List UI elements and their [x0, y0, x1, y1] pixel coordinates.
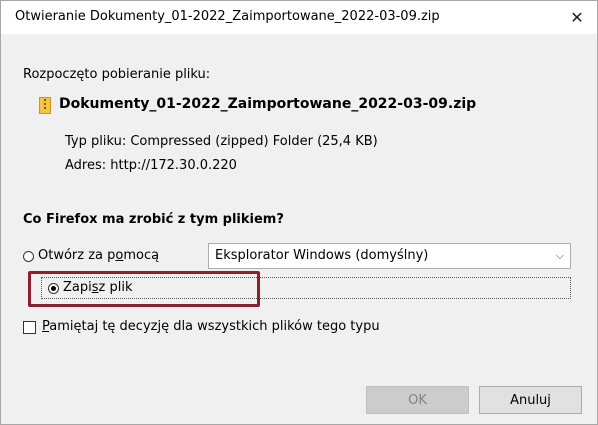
- open-with-app-select[interactable]: Eksplorator Windows (domyślny) ⌵: [208, 243, 571, 269]
- dialog-body: Rozpoczęto pobieranie pliku: Dokumenty_0…: [1, 34, 597, 424]
- file-type-line: Typ pliku: Compressed (zipped) Folder (2…: [65, 134, 378, 149]
- open-with-radio[interactable]: [23, 251, 34, 262]
- action-question: Co Firefox ma zrobić z tym plikiem?: [23, 212, 284, 227]
- remember-checkbox[interactable]: [23, 321, 36, 334]
- download-dialog: Otwieranie Dokumenty_01-2022_Zaimportowa…: [0, 0, 598, 425]
- remember-label-part: amiętaj tę decyzję dla wszystkich plików…: [49, 319, 380, 334]
- close-icon: ✕: [570, 7, 584, 27]
- address-value: http://172.30.0.220: [110, 158, 237, 173]
- address-line: Adres: http://172.30.0.220: [65, 158, 237, 173]
- ok-button[interactable]: OK: [366, 386, 469, 414]
- remember-label[interactable]: Pamiętaj tę decyzję dla wszystkich plikó…: [42, 319, 380, 334]
- close-button[interactable]: ✕: [557, 1, 597, 33]
- chevron-down-icon: ⌵: [555, 249, 564, 262]
- highlight-box: [28, 271, 260, 307]
- open-with-label-part: Otwórz za p: [38, 248, 116, 263]
- window-title: Otwieranie Dokumenty_01-2022_Zaimportowa…: [15, 9, 440, 24]
- download-started-label: Rozpoczęto pobieranie pliku:: [23, 67, 211, 82]
- zip-folder-icon: [39, 97, 51, 114]
- file-name: Dokumenty_01-2022_Zaimportowane_2022-03-…: [59, 96, 477, 112]
- cancel-button[interactable]: Anuluj: [479, 386, 582, 414]
- open-with-label[interactable]: Otwórz za pomocą: [38, 248, 159, 263]
- title-bar: Otwieranie Dokumenty_01-2022_Zaimportowa…: [1, 1, 597, 33]
- open-with-label-part: mocą: [123, 248, 160, 263]
- address-label: Adres:: [65, 158, 107, 173]
- file-type-value: Compressed (zipped) Folder (25,4 KB): [130, 134, 378, 149]
- open-with-app-value: Eksplorator Windows (domyślny): [215, 248, 429, 263]
- file-type-label: Typ pliku:: [65, 134, 127, 149]
